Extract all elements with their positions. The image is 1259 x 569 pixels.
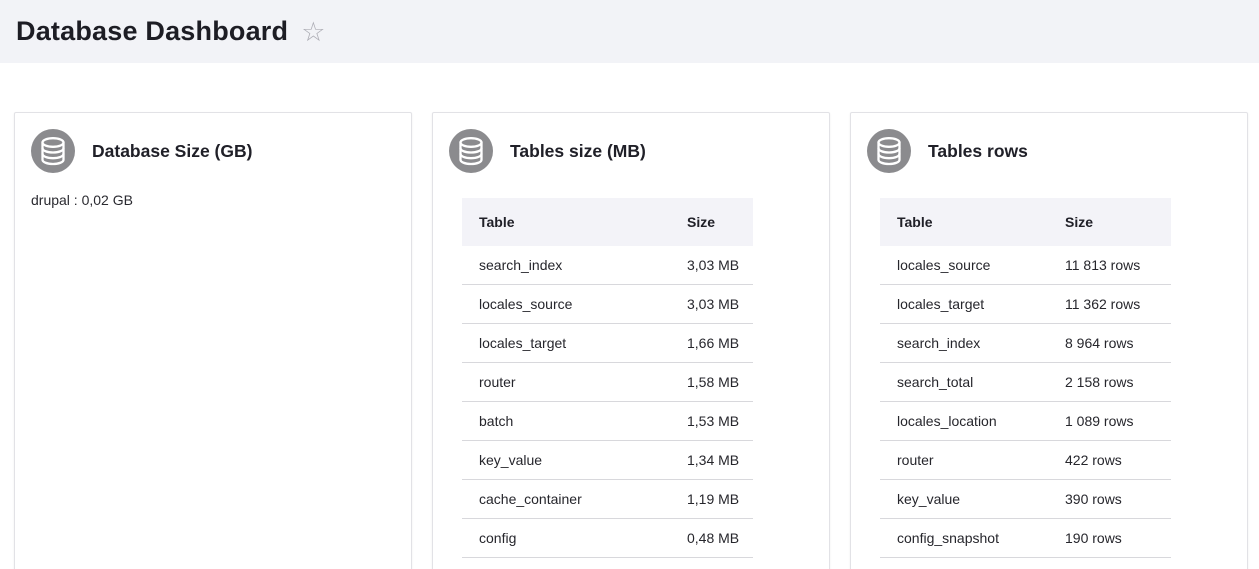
- cell-table-name: search_index: [462, 246, 670, 285]
- page-title: Database Dashboard: [16, 16, 288, 47]
- cell-table-name: key_value: [462, 441, 670, 480]
- table-row: batch1,53 MB: [462, 402, 753, 441]
- table-row: locales_target11 362 rows: [880, 285, 1171, 324]
- cell-size-value: 1,66 MB: [670, 324, 753, 363]
- cell-size-value: 11 813 rows: [1048, 246, 1171, 285]
- card-header: Database Size (GB): [31, 129, 395, 173]
- cards-row: Database Size (GB) drupal : 0,02 GB Tabl…: [14, 112, 1245, 569]
- column-header-table: Table: [462, 198, 670, 246]
- card-header: Tables size (MB): [449, 129, 813, 173]
- table-row: locales_location1 089 rows: [880, 402, 1171, 441]
- cell-size-value: 3,03 MB: [670, 246, 753, 285]
- favorite-star-icon[interactable]: ☆: [301, 19, 325, 46]
- cell-table-name: locales_source: [880, 246, 1048, 285]
- cell-size-value: 190 rows: [1048, 519, 1171, 558]
- cell-table-name: locales_target: [880, 285, 1048, 324]
- database-icon: [449, 129, 493, 173]
- page-header: Database Dashboard ☆: [0, 0, 1259, 63]
- table-row: cache_container1,19 MB: [462, 480, 753, 519]
- cell-size-value: 1,58 MB: [670, 363, 753, 402]
- cell-size-value: 1,19 MB: [670, 480, 753, 519]
- cell-table-name: locales_target: [462, 324, 670, 363]
- cell-size-value: 2 158 rows: [1048, 363, 1171, 402]
- table-row: router422 rows: [880, 441, 1171, 480]
- cell-size-value: 0,42 MB: [670, 558, 753, 569]
- database-icon: [867, 129, 911, 173]
- cell-table-name: router: [462, 363, 670, 402]
- cell-size-value: 1,53 MB: [670, 402, 753, 441]
- database-icon: [31, 129, 75, 173]
- cell-table-name: config_snapshot: [462, 558, 670, 569]
- table-row: locales_target1,66 MB: [462, 324, 753, 363]
- table-header-row: Table Size: [462, 198, 753, 246]
- table-row: config190 rows: [880, 558, 1171, 569]
- cell-table-name: search_total: [880, 363, 1048, 402]
- cell-table-name: batch: [462, 402, 670, 441]
- table-row: config0,48 MB: [462, 519, 753, 558]
- table-row: search_total2 158 rows: [880, 363, 1171, 402]
- card-title: Tables rows: [928, 141, 1028, 162]
- card-tables-size: Tables size (MB) Table Size search_index…: [432, 112, 830, 569]
- database-size-value: drupal : 0,02 GB: [31, 192, 395, 208]
- cell-size-value: 422 rows: [1048, 441, 1171, 480]
- cell-table-name: config: [462, 519, 670, 558]
- cell-size-value: 8 964 rows: [1048, 324, 1171, 363]
- table-row: locales_source11 813 rows: [880, 246, 1171, 285]
- cell-size-value: 11 362 rows: [1048, 285, 1171, 324]
- table-row: search_index3,03 MB: [462, 246, 753, 285]
- table-row: search_index8 964 rows: [880, 324, 1171, 363]
- table-row: config_snapshot0,42 MB: [462, 558, 753, 569]
- cell-table-name: locales_location: [880, 402, 1048, 441]
- table-header-row: Table Size: [880, 198, 1171, 246]
- cell-table-name: locales_source: [462, 285, 670, 324]
- cell-table-name: config: [880, 558, 1048, 569]
- card-title: Database Size (GB): [92, 141, 252, 162]
- cell-size-value: 3,03 MB: [670, 285, 753, 324]
- cell-table-name: config_snapshot: [880, 519, 1048, 558]
- cell-size-value: 1 089 rows: [1048, 402, 1171, 441]
- tables-size-table: Table Size search_index3,03 MBlocales_so…: [462, 198, 753, 569]
- card-database-size: Database Size (GB) drupal : 0,02 GB: [14, 112, 412, 569]
- cell-table-name: search_index: [880, 324, 1048, 363]
- card-title: Tables size (MB): [510, 141, 646, 162]
- cell-size-value: 390 rows: [1048, 480, 1171, 519]
- cell-size-value: 1,34 MB: [670, 441, 753, 480]
- table-row: config_snapshot190 rows: [880, 519, 1171, 558]
- table-row: router1,58 MB: [462, 363, 753, 402]
- cell-table-name: key_value: [880, 480, 1048, 519]
- cell-table-name: router: [880, 441, 1048, 480]
- column-header-size: Size: [1048, 198, 1171, 246]
- table-row: key_value1,34 MB: [462, 441, 753, 480]
- card-tables-rows: Tables rows Table Size locales_source11 …: [850, 112, 1248, 569]
- column-header-size: Size: [670, 198, 753, 246]
- cell-size-value: 0,48 MB: [670, 519, 753, 558]
- card-header: Tables rows: [867, 129, 1231, 173]
- cell-table-name: cache_container: [462, 480, 670, 519]
- column-header-table: Table: [880, 198, 1048, 246]
- table-row: key_value390 rows: [880, 480, 1171, 519]
- cell-size-value: 190 rows: [1048, 558, 1171, 569]
- tables-rows-table: Table Size locales_source11 813 rowsloca…: [880, 198, 1171, 569]
- table-row: locales_source3,03 MB: [462, 285, 753, 324]
